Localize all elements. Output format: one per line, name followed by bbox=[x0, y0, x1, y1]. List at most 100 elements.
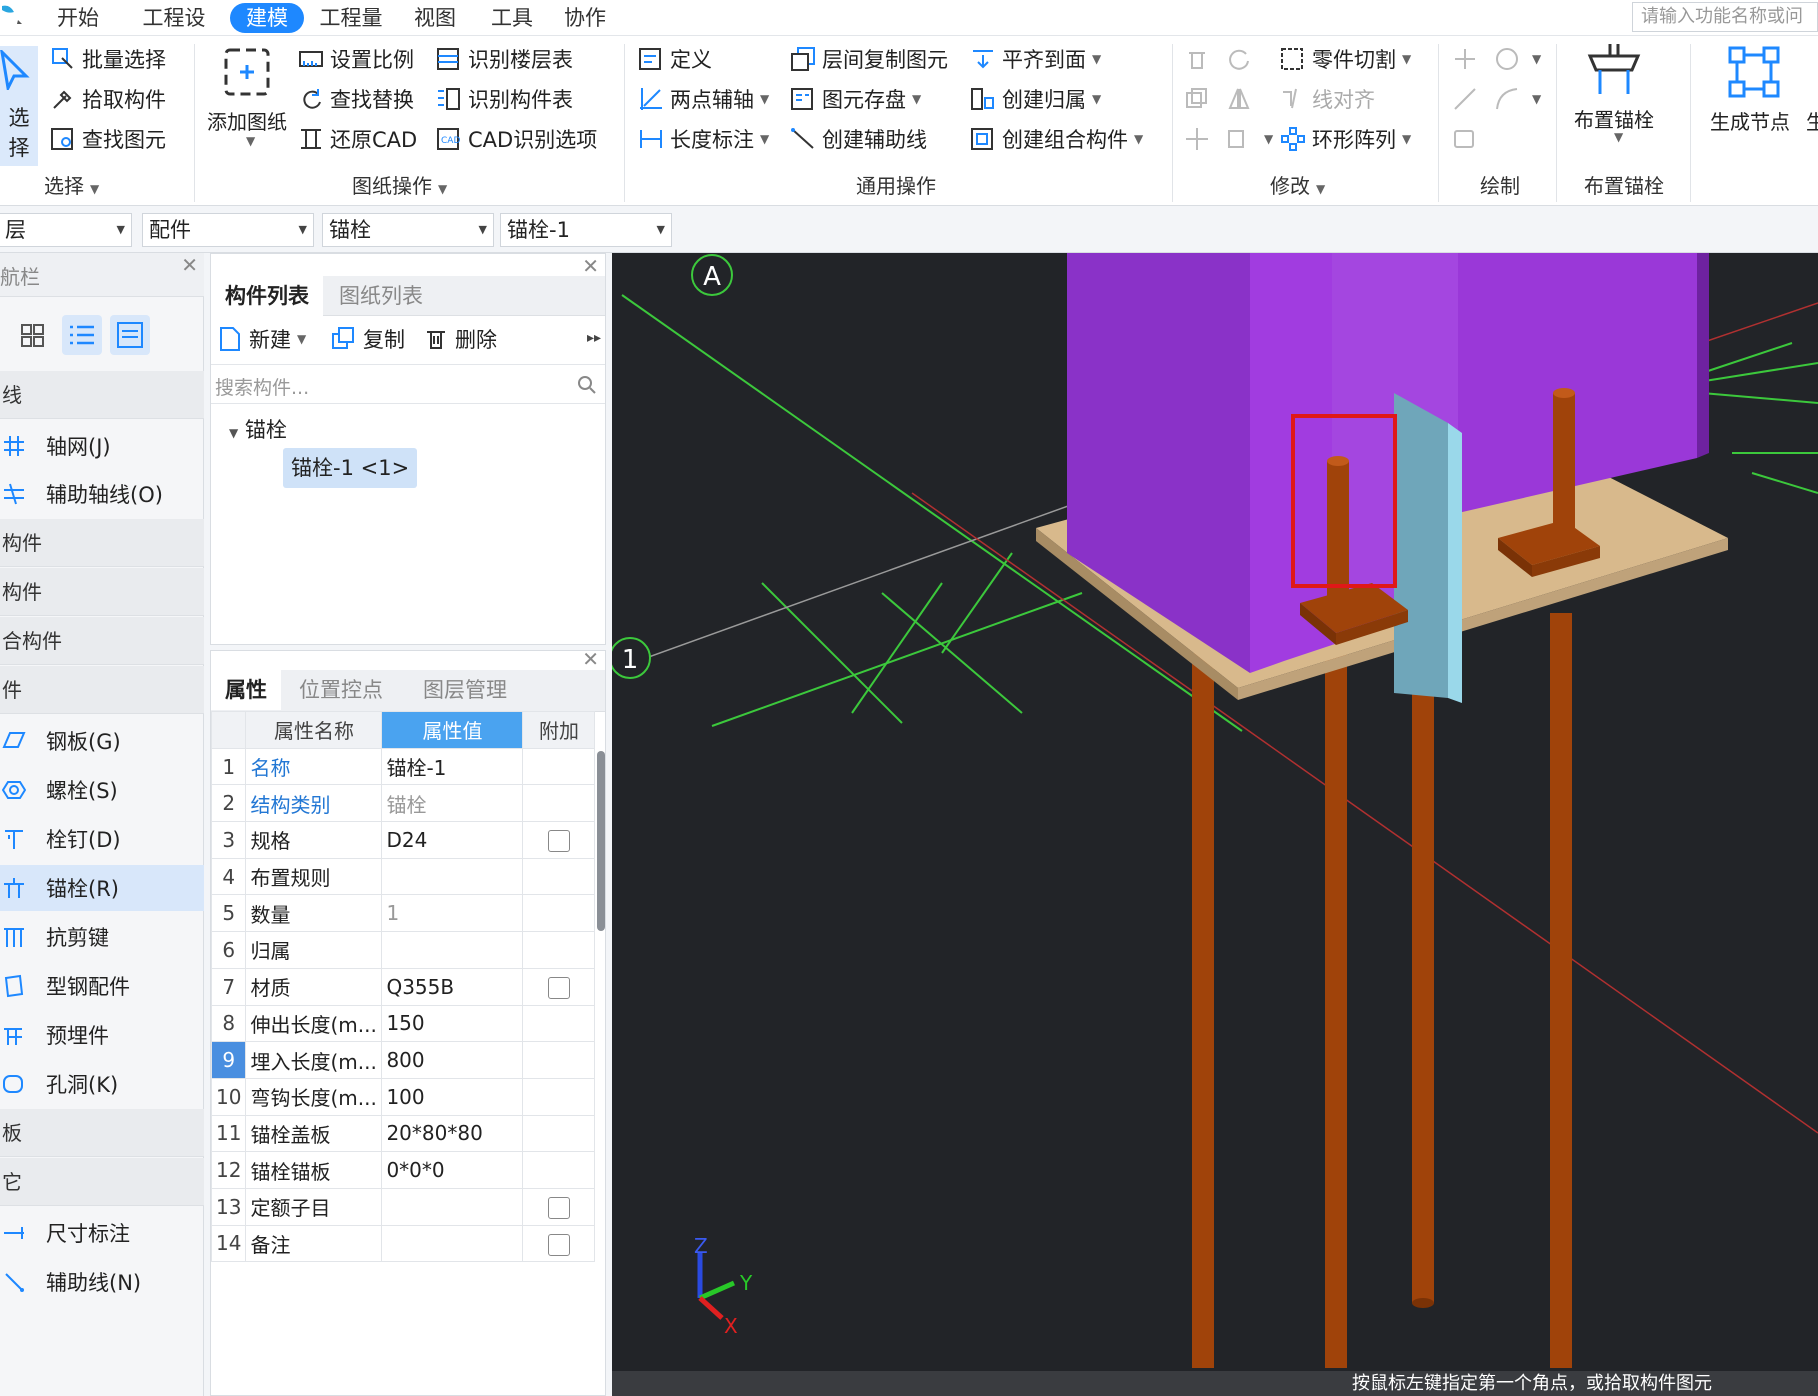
property-value[interactable]: 800 bbox=[381, 1041, 524, 1079]
nav-section-axis[interactable]: 线 bbox=[0, 371, 204, 419]
anchor-bolt-shaft[interactable] bbox=[1192, 653, 1214, 1368]
create-aux-line-button[interactable]: 创建辅助线 bbox=[790, 122, 927, 156]
nav-item-dimension[interactable]: 尺寸标注 bbox=[0, 1210, 204, 1256]
anchor-bolt-shaft[interactable] bbox=[1325, 653, 1347, 1368]
nav-item-section-fitting[interactable]: 型钢配件 bbox=[0, 963, 204, 1009]
truncated-ribbon-button[interactable]: 生 bbox=[1806, 106, 1818, 135]
property-row[interactable]: 6 归属 bbox=[210, 931, 596, 969]
property-scrollbar[interactable] bbox=[597, 751, 605, 931]
column-web-left[interactable] bbox=[1067, 253, 1250, 673]
property-row[interactable]: 11 锚栓盖板 20*80*80 bbox=[210, 1114, 596, 1153]
property-value[interactable]: 锚栓-1 bbox=[381, 747, 524, 786]
tab-layer-management[interactable]: 图层管理 bbox=[409, 670, 521, 710]
nav-section-other[interactable]: 它 bbox=[0, 1158, 204, 1206]
draw-line-button[interactable] bbox=[1452, 82, 1484, 116]
generate-node-button[interactable]: 生成节点 bbox=[1702, 42, 1806, 162]
property-row[interactable]: 13 定额子目 bbox=[210, 1187, 596, 1226]
nav-item-embedded[interactable]: 预埋件 bbox=[0, 1012, 204, 1058]
close-icon[interactable]: ✕ bbox=[582, 647, 599, 671]
property-value[interactable] bbox=[381, 931, 524, 969]
find-replace-button[interactable]: 查找替换 bbox=[298, 82, 414, 116]
property-value[interactable]: 1 bbox=[381, 894, 524, 933]
nav-item-hole[interactable]: 孔洞(K) bbox=[0, 1061, 204, 1107]
nav-section-plate[interactable]: 板 bbox=[0, 1109, 204, 1157]
draw-arc-button[interactable]: ▼ bbox=[1494, 82, 1541, 116]
category-combo[interactable]: 配件 ▼ bbox=[142, 213, 314, 247]
move-tool-button[interactable] bbox=[1184, 122, 1216, 156]
component-combo[interactable]: 锚栓-1 ▼ bbox=[500, 213, 672, 247]
draw-point-button[interactable] bbox=[1452, 42, 1484, 76]
pick-component-button[interactable]: 拾取构件 bbox=[50, 82, 166, 116]
copy-tool-button[interactable] bbox=[1184, 82, 1216, 116]
extra-checkbox[interactable] bbox=[547, 1233, 570, 1256]
detail-view-icon[interactable] bbox=[110, 315, 150, 355]
stiffener-plate[interactable] bbox=[1394, 393, 1448, 698]
floor-combo[interactable]: 层 ▼ bbox=[0, 213, 132, 247]
property-value[interactable]: D24 bbox=[381, 821, 524, 859]
property-row[interactable]: 12 锚栓锚板 0*0*0 bbox=[210, 1151, 596, 1189]
menu-tab-collaborate[interactable]: 协作 bbox=[563, 3, 607, 33]
batch-select-button[interactable]: 批量选择 bbox=[50, 42, 166, 76]
delete-component-button[interactable]: 删除 bbox=[423, 322, 497, 356]
create-ownership-button[interactable]: 创建归属 ▼ bbox=[970, 82, 1101, 116]
identify-component-table-button[interactable]: 识别构件表 bbox=[436, 82, 573, 116]
menu-tab-tools[interactable]: 工具 bbox=[490, 3, 534, 33]
part-cut-button[interactable]: 零件切割 ▼ bbox=[1280, 42, 1411, 76]
nav-section-composite[interactable]: 合构件 bbox=[0, 617, 204, 665]
property-row[interactable]: 14 备注 bbox=[210, 1224, 596, 1263]
property-value[interactable] bbox=[381, 857, 524, 896]
nav-item-bolt[interactable]: 螺栓(S) bbox=[0, 767, 204, 813]
property-value[interactable] bbox=[381, 1224, 524, 1263]
property-row[interactable]: 3 规格 D24 bbox=[210, 821, 596, 859]
draw-rect-button[interactable] bbox=[1452, 122, 1484, 156]
nav-item-stud[interactable]: 栓钉(D) bbox=[0, 816, 204, 862]
menu-tab-quantities[interactable]: 工程量 bbox=[318, 3, 384, 33]
anchor-bolt-stub[interactable] bbox=[1327, 461, 1349, 621]
draw-angle-button[interactable]: ▼ bbox=[1494, 42, 1541, 76]
property-value[interactable]: 150 bbox=[381, 1004, 524, 1043]
property-value[interactable]: Q355B bbox=[381, 967, 524, 1006]
nav-item-grid[interactable]: 轴网(J) bbox=[0, 423, 204, 469]
tab-properties[interactable]: 属性 bbox=[211, 670, 281, 710]
nav-item-aux-line[interactable]: 辅助线(N) bbox=[0, 1259, 204, 1305]
app-logo-icon[interactable] bbox=[0, 2, 26, 28]
copy-component-button[interactable]: 复制 bbox=[331, 322, 405, 356]
rotate-tool-button[interactable] bbox=[1226, 42, 1258, 76]
property-value[interactable] bbox=[381, 1187, 524, 1226]
extra-checkbox[interactable] bbox=[547, 976, 570, 999]
select-button[interactable]: 选择 bbox=[0, 46, 38, 166]
nav-item-shear-key[interactable]: 抗剪键 bbox=[0, 914, 204, 960]
identify-floor-table-button[interactable]: 识别楼层表 bbox=[436, 42, 573, 76]
property-row[interactable]: 9 埋入长度(m... 800 bbox=[210, 1041, 596, 1079]
length-dimension-button[interactable]: 长度标注 ▼ bbox=[638, 122, 769, 156]
property-value[interactable]: 锚栓 bbox=[381, 784, 524, 823]
add-drawing-button[interactable]: 添加图纸 ▼ bbox=[204, 44, 290, 154]
define-button[interactable]: 定义 bbox=[638, 42, 712, 76]
place-anchor-button[interactable]: 布置锚栓 ▼ bbox=[1562, 42, 1666, 162]
menu-tab-project-settings[interactable]: 工程设置 bbox=[133, 3, 215, 60]
close-icon[interactable]: ✕ bbox=[181, 253, 198, 277]
property-value[interactable]: 100 bbox=[381, 1077, 524, 1116]
cad-identify-options-button[interactable]: CAD CAD识别选项 bbox=[436, 122, 597, 156]
circular-array-button[interactable]: 环形阵列 ▼ bbox=[1280, 122, 1411, 156]
tree-group-anchor[interactable]: ▼ 锚栓 bbox=[229, 414, 287, 444]
anchor-bolt-shaft[interactable] bbox=[1412, 613, 1434, 1303]
property-row[interactable]: 4 布置规则 bbox=[210, 857, 596, 896]
tree-item-anchor-1[interactable]: 锚栓-1 <1> bbox=[283, 448, 418, 488]
nav-section-fittings[interactable]: 件 bbox=[0, 666, 204, 714]
anchor-bolt-shaft[interactable] bbox=[1550, 613, 1572, 1368]
property-row[interactable]: 1 名称 锚栓-1 bbox=[210, 747, 596, 786]
save-element-button[interactable]: 图元存盘 ▼ bbox=[790, 82, 921, 116]
nav-section-components-2[interactable]: 构件 bbox=[0, 568, 204, 616]
menu-tab-view[interactable]: 视图 bbox=[413, 3, 457, 33]
nav-item-aux-grid[interactable]: 辅助轴线(O) bbox=[0, 471, 204, 517]
stretch-tool-button[interactable]: ▼ bbox=[1226, 122, 1273, 156]
property-row[interactable]: 5 数量 1 bbox=[210, 894, 596, 933]
thumbnail-view-icon[interactable] bbox=[18, 321, 48, 351]
restore-cad-button[interactable]: 还原CAD bbox=[298, 122, 417, 156]
select-group-label[interactable]: 选择 ▼ bbox=[44, 170, 99, 199]
align-to-face-button[interactable]: 平齐到面 ▼ bbox=[970, 42, 1101, 76]
find-element-button[interactable]: 查找图元 bbox=[50, 122, 166, 156]
delete-tool-button[interactable] bbox=[1184, 42, 1216, 76]
mirror-tool-button[interactable] bbox=[1226, 82, 1258, 116]
